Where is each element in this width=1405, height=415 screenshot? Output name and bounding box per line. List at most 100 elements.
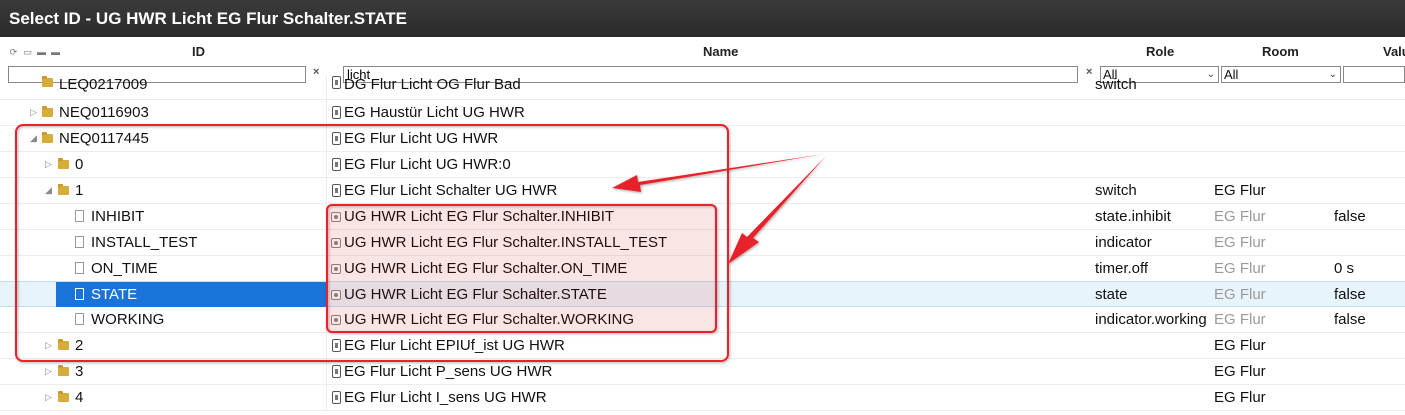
expand-triangle-icon[interactable]: ▷ (45, 359, 52, 384)
row-id: 4 (75, 389, 84, 406)
device-icon (332, 391, 341, 404)
row-id: STATE (91, 286, 138, 303)
row-room: EG Flur (1214, 363, 1266, 380)
window-title: Select ID - UG HWR Licht EG Flur Schalte… (0, 0, 1405, 37)
document-icon (75, 262, 84, 274)
row-name: EG Flur Licht UG HWR (344, 130, 499, 147)
row-room: EG Flur (1214, 337, 1266, 354)
row-name: EG Flur Licht Schalter UG HWR (344, 182, 558, 199)
expand-triangle-icon[interactable]: ▷ (45, 333, 52, 358)
row-room: EG Flur (1214, 234, 1266, 251)
device-icon (332, 132, 341, 145)
row-role: indicator (1095, 234, 1152, 251)
document-icon (75, 236, 84, 248)
row-id: ON_TIME (91, 260, 158, 277)
row-id: 3 (75, 363, 84, 380)
row-name: EG Haustür Licht UG HWR (344, 104, 525, 121)
table-row[interactable]: ▷ 4 EG Flur Licht I_sens UG HWR EG Flur (0, 385, 1405, 411)
folder-icon (58, 339, 69, 351)
state-icon (331, 290, 341, 300)
column-header-id[interactable]: ID (192, 44, 205, 64)
column-header-role[interactable]: Role (1146, 44, 1174, 64)
device-icon (332, 106, 341, 119)
row-id: NEQ0116903 (59, 104, 149, 121)
row-role: state (1095, 286, 1128, 303)
state-icon (331, 212, 341, 222)
row-role: state.inhibit (1095, 208, 1171, 225)
folder-open-icon[interactable]: ▬ (50, 47, 61, 58)
row-id: WORKING (91, 311, 165, 328)
row-room: EG Flur (1214, 260, 1266, 277)
table-row[interactable]: ▷ 2 EG Flur Licht EPIUf_ist UG HWR EG Fl… (0, 333, 1405, 359)
row-value: false (1334, 286, 1366, 303)
row-id: INHIBIT (91, 208, 145, 225)
row-name: EG Flur Licht I_sens UG HWR (344, 389, 547, 406)
folder-closed-icon[interactable]: ▬ (36, 47, 47, 58)
row-name: EG Flur Licht P_sens UG HWR (344, 363, 553, 380)
device-icon (332, 339, 341, 352)
row-role: switch (1095, 182, 1137, 199)
row-role: indicator.working (1095, 311, 1207, 328)
row-name: UG HWR Licht EG Flur Schalter.ON_TIME (344, 260, 628, 277)
folder-icon (58, 365, 69, 377)
table-row[interactable]: WORKING UG HWR Licht EG Flur Schalter.WO… (0, 307, 1405, 333)
collapse-triangle-icon[interactable]: ◢ (45, 178, 52, 203)
row-name: UG HWR Licht EG Flur Schalter.INSTALL_TE… (344, 234, 668, 251)
row-room: EG Flur (1214, 311, 1266, 328)
row-room: EG Flur (1214, 286, 1266, 303)
row-name: UG HWR Licht EG Flur Schalter.INHIBIT (344, 208, 615, 225)
device-icon (332, 158, 341, 171)
folder-open-icon (42, 132, 53, 144)
device-icon (332, 184, 341, 197)
device-icon (332, 365, 341, 378)
expand-triangle-icon[interactable]: ▷ (45, 152, 52, 177)
row-id: INSTALL_TEST (91, 234, 198, 251)
row-value: 0 s (1334, 260, 1355, 277)
table-row[interactable]: INHIBIT UG HWR Licht EG Flur Schalter.IN… (0, 204, 1405, 230)
row-value: false (1334, 311, 1366, 328)
row-room: EG Flur (1214, 389, 1266, 406)
row-value: false (1334, 208, 1366, 225)
document-icon (75, 288, 84, 300)
table-row[interactable]: ▷ NEQ0116903 EG Haustür Licht UG HWR (0, 100, 1405, 126)
row-id: NEQ0117445 (59, 130, 149, 147)
folder-open-icon (58, 184, 69, 196)
column-header-room[interactable]: Room (1262, 44, 1299, 64)
state-icon (331, 315, 341, 325)
table-row[interactable]: ◢ 1 EG Flur Licht Schalter UG HWR switch… (0, 178, 1405, 204)
expand-triangle-icon[interactable]: ▷ (30, 100, 37, 125)
folder-icon (58, 158, 69, 170)
tree-toolbar: ⟳ ▭ ▬ ▬ (8, 47, 61, 58)
device-icon (332, 76, 341, 89)
column-header-value[interactable]: Valu (1383, 44, 1405, 64)
object-tree-table: LEQ0217009 DG Flur Licht OG Flur Bad swi… (0, 76, 1405, 415)
table-row[interactable]: ◢ NEQ0117445 EG Flur Licht UG HWR (0, 126, 1405, 152)
collapse-icon[interactable]: ▭ (22, 47, 33, 58)
table-row[interactable]: ON_TIME UG HWR Licht EG Flur Schalter.ON… (0, 256, 1405, 282)
table-row[interactable]: LEQ0217009 DG Flur Licht OG Flur Bad swi… (0, 76, 1405, 100)
column-header-name[interactable]: Name (703, 44, 738, 64)
expand-triangle-icon[interactable]: ▷ (45, 385, 52, 410)
table-row-selected[interactable]: STATE UG HWR Licht EG Flur Schalter.STAT… (0, 281, 1405, 307)
row-room: EG Flur (1214, 208, 1266, 225)
row-id: LEQ0217009 (59, 76, 148, 93)
refresh-icon[interactable]: ⟳ (8, 47, 19, 58)
collapse-triangle-icon[interactable]: ◢ (30, 126, 37, 151)
row-id: 0 (75, 156, 84, 173)
row-name: DG Flur Licht OG Flur Bad (344, 76, 521, 93)
row-name: EG Flur Licht UG HWR:0 (344, 156, 511, 173)
row-id: 2 (75, 337, 84, 354)
row-role: switch (1095, 76, 1137, 93)
state-icon (331, 264, 341, 274)
table-row[interactable]: INSTALL_TEST UG HWR Licht EG Flur Schalt… (0, 230, 1405, 256)
state-icon (331, 238, 341, 248)
table-row[interactable]: ▷ 0 EG Flur Licht UG HWR:0 (0, 152, 1405, 178)
row-role: timer.off (1095, 260, 1149, 277)
document-icon (75, 210, 84, 222)
document-icon (75, 313, 84, 325)
folder-icon (42, 106, 53, 118)
table-row[interactable]: ▷ 3 EG Flur Licht P_sens UG HWR EG Flur (0, 359, 1405, 385)
row-name: UG HWR Licht EG Flur Schalter.WORKING (344, 311, 635, 328)
folder-icon (58, 391, 69, 403)
row-name: UG HWR Licht EG Flur Schalter.STATE (344, 286, 607, 303)
